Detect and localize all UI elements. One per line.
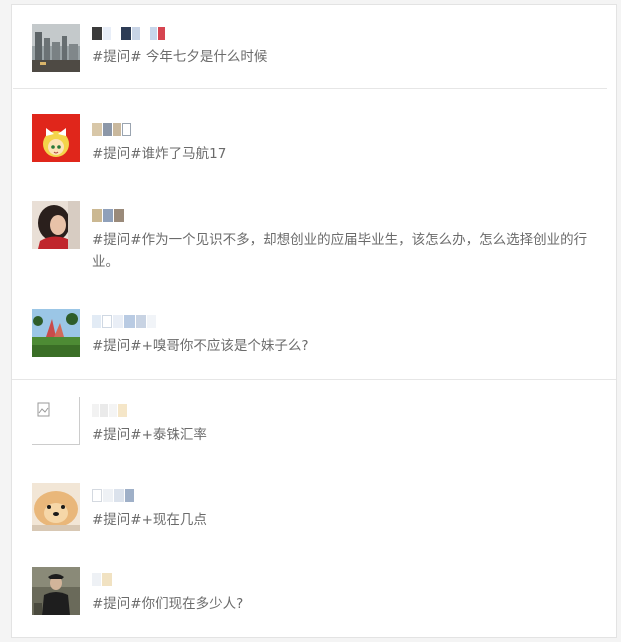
feed-item[interactable]: #提问#谁炸了马航17 (12, 113, 616, 165)
feed-item[interactable]: #提问#你们现在多少人? (12, 565, 616, 617)
question-feed: #提问# 今年七夕是什么时候 #提问#谁炸了马航17 #提问#作为一个见识不多，… (11, 4, 617, 638)
question-text: #提问#作为一个见识不多，却想创业的应届毕业生，该怎么办，怎么选择创业的行业。 (92, 232, 588, 270)
user-name-redacted[interactable] (92, 573, 113, 586)
user-name-redacted[interactable] (92, 315, 157, 328)
feed-item[interactable]: #提问#+嗅哥你不应该是个妹子么? (12, 307, 616, 359)
man-portrait-avatar-icon[interactable] (32, 567, 80, 615)
question-text: #提问#+现在几点 (92, 512, 207, 528)
feed-item[interactable]: #提问# 今年七夕是什么时候 (12, 23, 616, 75)
user-name-redacted[interactable] (92, 489, 135, 502)
user-name-redacted[interactable] (92, 209, 125, 222)
girl-portrait-avatar-icon[interactable] (32, 201, 80, 249)
user-name-redacted[interactable] (92, 27, 166, 40)
question-text: #提问#谁炸了马航17 (92, 146, 227, 162)
section-divider (12, 379, 616, 380)
user-name-redacted[interactable] (92, 404, 128, 417)
user-name-redacted[interactable] (92, 123, 132, 136)
question-text: #提问#你们现在多少人? (92, 596, 244, 612)
feed-item[interactable]: #提问#+现在几点 (12, 481, 616, 533)
broken-image-icon[interactable] (32, 397, 80, 445)
question-text: #提问#+泰铢汇率 (92, 427, 207, 443)
dog-avatar-icon[interactable] (32, 483, 80, 531)
anime-girl-avatar-icon[interactable] (32, 114, 80, 162)
feed-item[interactable]: #提问#+泰铢汇率 (12, 397, 616, 449)
question-text: #提问#+嗅哥你不应该是个妹子么? (92, 338, 309, 354)
landscape-photo-avatar-icon[interactable] (32, 309, 80, 357)
question-text: #提问# 今年七夕是什么时候 (92, 49, 268, 65)
city-fog-photo-icon[interactable] (32, 24, 80, 72)
feed-item[interactable]: #提问#作为一个见识不多，却想创业的应届毕业生，该怎么办，怎么选择创业的行业。 (12, 201, 616, 271)
